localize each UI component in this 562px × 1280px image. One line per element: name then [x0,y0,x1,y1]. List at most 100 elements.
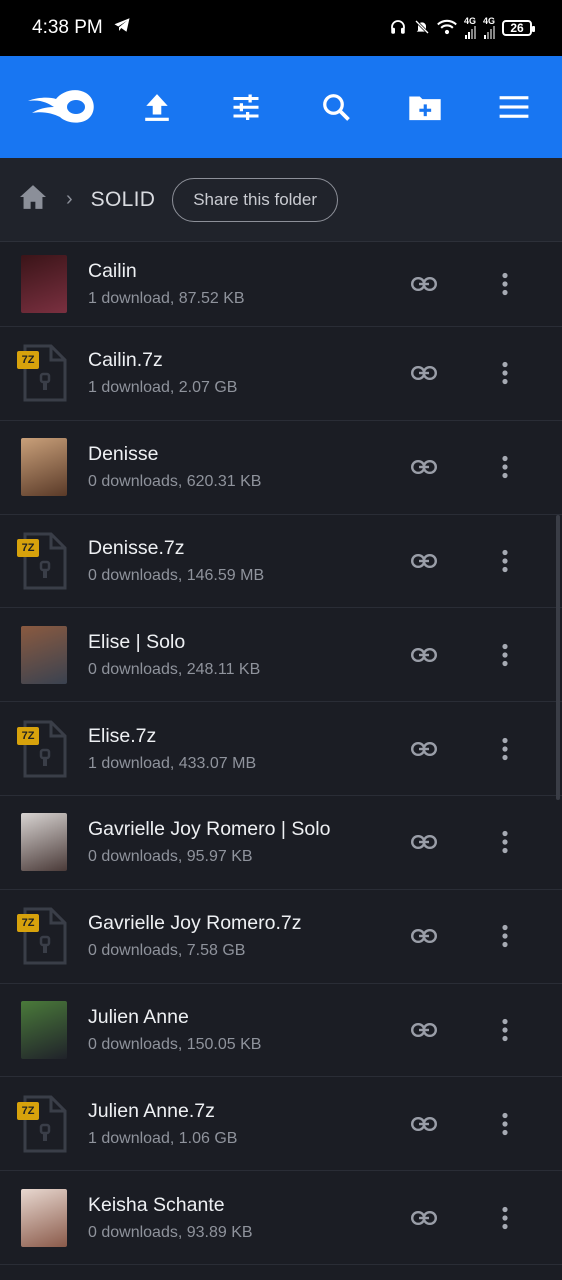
more-options-icon[interactable] [490,541,520,581]
more-options-icon[interactable] [490,729,520,769]
file-row[interactable]: Julien Anne 0 downloads, 150.05 KB [0,984,562,1078]
filter-icon[interactable] [218,79,274,135]
new-folder-icon[interactable] [397,79,453,135]
signal-1: 4G [464,17,476,39]
archive-file-icon: 7Z [0,327,88,420]
file-info: 0 downloads, 248.11 KB [88,660,261,678]
archive-type-badge: 7Z [17,1101,39,1120]
more-options-icon[interactable] [490,1010,520,1050]
file-meta: Denisse 0 downloads, 620.31 KB [88,443,404,491]
image-thumbnail [0,421,88,514]
more-options-icon[interactable] [490,822,520,862]
file-name: Denisse [88,443,159,466]
archive-type-badge: 7Z [17,351,39,370]
mute-bell-icon [414,18,430,39]
file-info: 0 downloads, 7.58 GB [88,942,246,960]
photo-thumbnail [21,1188,67,1247]
archive-file-icon: 7Z [0,515,88,608]
home-icon[interactable] [18,184,48,215]
file-name: Julien Anne [88,1005,189,1028]
menu-icon[interactable] [486,79,542,135]
archive-file-icon: 7Z [0,890,88,983]
file-name: Cailin.7z [88,349,163,372]
more-options-icon[interactable] [490,1198,520,1238]
file-name: Denisse.7z [88,536,185,559]
link-icon[interactable] [404,541,444,581]
file-meta: Julien Anne 0 downloads, 150.05 KB [88,1006,404,1054]
chevron-right-icon: › [66,188,73,210]
file-info: 1 download, 87.52 KB [88,290,245,307]
file-row[interactable]: 7Z Elise.7z 1 download, 433.07 MB [0,702,562,796]
scrollbar[interactable] [556,515,560,800]
photo-thumbnail [21,1000,67,1059]
network-type-2: 4G [482,16,495,26]
file-icon: 7Z [17,1095,69,1153]
file-row[interactable]: 7Z Gavrielle Joy Romero.7z 0 downloads, 7.… [0,890,562,984]
file-info: 0 downloads, 95.97 KB [88,848,253,866]
link-icon[interactable] [404,635,444,675]
file-name: Cailin [88,260,137,282]
battery-indicator: 26 [502,20,535,36]
file-info: 0 downloads, 146.59 MB [88,566,265,584]
more-options-icon[interactable] [490,916,520,956]
file-row[interactable]: Cailin 1 download, 87.52 KB [0,242,562,327]
link-icon[interactable] [404,916,444,956]
link-icon[interactable] [404,1198,444,1238]
telegram-icon [113,17,131,39]
search-icon[interactable] [308,79,364,135]
photo-thumbnail [21,625,67,684]
file-name: Gavrielle Joy Romero.7z [88,912,302,935]
image-thumbnail [0,242,88,326]
archive-file-icon: 7Z [0,1077,88,1170]
file-row[interactable]: 7Z Julien Anne.7z 1 download, 1.06 GB [0,1077,562,1172]
share-folder-button[interactable]: Share this folder [172,177,338,222]
file-meta: Elise | Solo 0 downloads, 248.11 KB [88,631,404,679]
file-info: 1 download, 433.07 MB [88,754,257,772]
file-meta: Cailin.7z 1 download, 2.07 GB [88,349,404,397]
file-meta: Elise.7z 1 download, 433.07 MB [88,725,404,773]
file-info: 1 download, 1.06 GB [88,1129,238,1147]
file-row[interactable]: Gavrielle Joy Romero | Solo 0 downloads, … [0,796,562,890]
file-icon: 7Z [17,907,69,965]
file-icon: 7Z [17,344,69,402]
file-icon: 7Z [17,720,69,778]
link-icon[interactable] [404,447,444,487]
link-icon[interactable] [404,1010,444,1050]
link-icon[interactable] [404,1104,444,1144]
file-row[interactable]: Keisha Schante 0 downloads, 93.89 KB [0,1171,562,1265]
more-options-icon[interactable] [490,1104,520,1144]
file-name: Elise.7z [88,724,157,747]
signal-2: 4G [483,17,495,39]
file-meta: Cailin 1 download, 87.52 KB [88,260,404,308]
more-options-icon[interactable] [490,447,520,487]
link-icon[interactable] [404,822,444,862]
image-thumbnail [0,608,88,701]
archive-type-badge: 7Z [17,538,39,557]
breadcrumb: › SOLID Share this folder [0,158,562,242]
mediafire-logo-icon[interactable] [26,79,96,135]
link-icon[interactable] [404,353,444,393]
archive-file-icon: 7Z [0,702,88,795]
more-options-icon[interactable] [490,635,520,675]
file-info: 0 downloads, 150.05 KB [88,1035,262,1053]
file-info: 1 download, 2.07 GB [88,379,238,397]
headphones-icon [389,18,407,39]
file-row[interactable]: Elise | Solo 0 downloads, 248.11 KB [0,608,562,703]
file-name: Julien Anne.7z [88,1099,215,1122]
link-icon[interactable] [404,264,444,304]
file-list: Cailin 1 download, 87.52 KB 7Z Cailin.7z 1 d… [0,242,562,1265]
file-meta: Julien Anne.7z 1 download, 1.06 GB [88,1100,404,1148]
link-icon[interactable] [404,729,444,769]
photo-thumbnail [21,255,67,313]
file-row[interactable]: Denisse 0 downloads, 620.31 KB [0,421,562,515]
file-name: Elise | Solo [88,630,186,653]
image-thumbnail [0,796,88,889]
clock: 4:38 PM [32,17,103,38]
file-info: 0 downloads, 93.89 KB [88,1223,253,1241]
upload-icon[interactable] [129,79,185,135]
more-options-icon[interactable] [490,353,520,393]
app-bar [0,56,562,158]
file-row[interactable]: 7Z Cailin.7z 1 download, 2.07 GB [0,327,562,421]
more-options-icon[interactable] [490,264,520,304]
file-row[interactable]: 7Z Denisse.7z 0 downloads, 146.59 MB [0,515,562,609]
